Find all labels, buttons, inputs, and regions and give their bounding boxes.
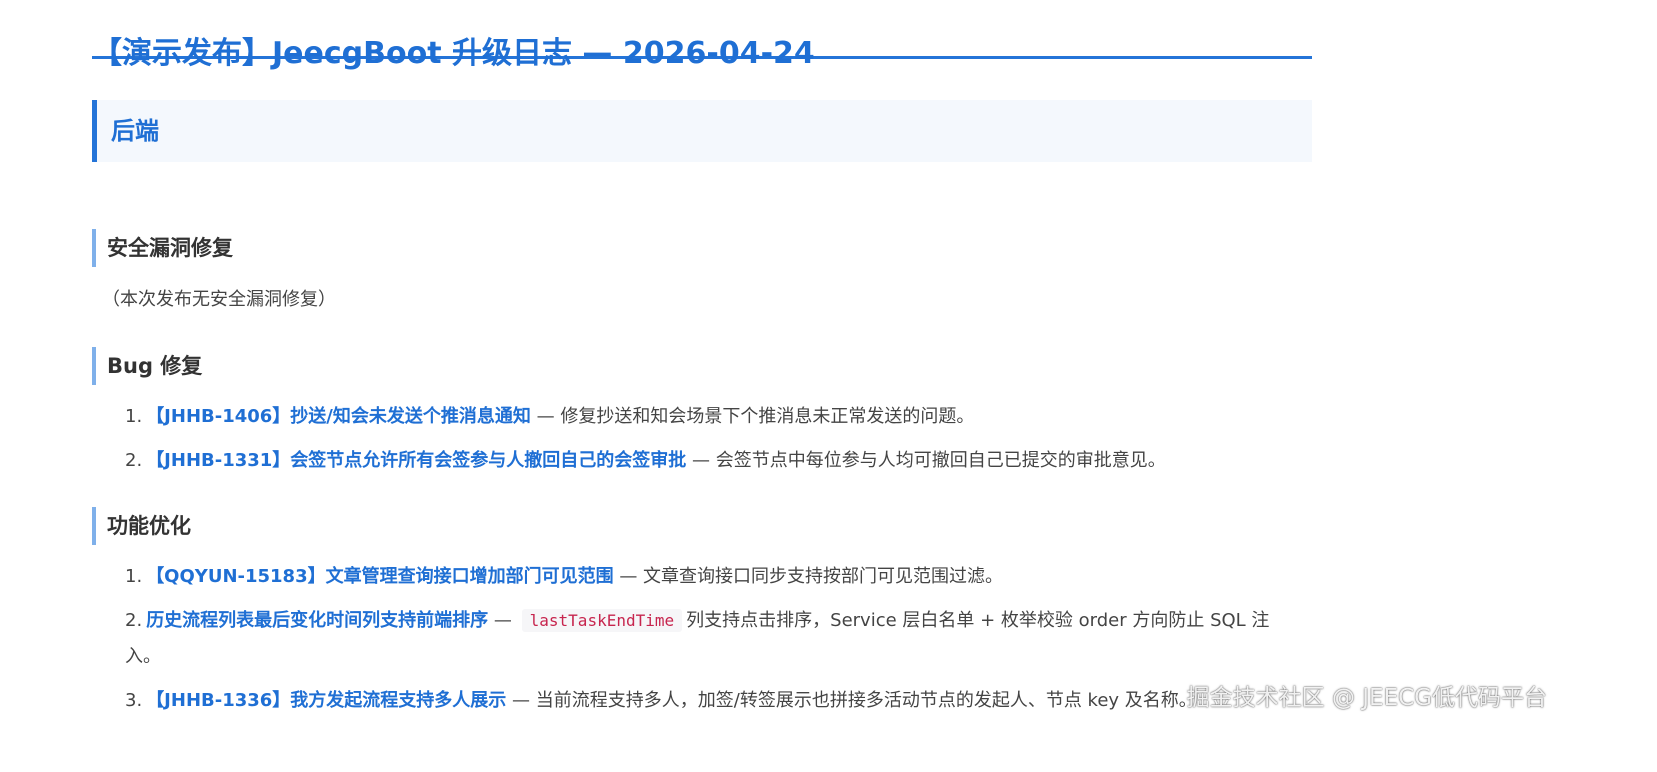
item-description: — 修复抄送和知会场景下个推消息未正常发送的问题。 <box>530 406 975 427</box>
list-item: 2. 【JHHB-1331】会签节点允许所有会签参与人撤回自己的会签审批 — 会签… <box>125 443 1305 479</box>
list-number: 3. <box>125 690 143 711</box>
item-description: — 文章查询接口同步支持按部门可见范围过滤。 <box>613 566 1004 587</box>
list-item: 1. 【QQYUN-15183】文章管理查询接口增加部门可见范围 — 文章查询接口… <box>125 559 1305 595</box>
list-item: 2. 历史流程列表最后变化时间列支持前端排序 — lastTaskEndTime 列… <box>125 603 1305 675</box>
heading-security-fixes: 安全漏洞修复 <box>92 229 233 267</box>
heading-bug-fixes: Bug 修复 <box>92 347 202 385</box>
item-title: 【JHHB-1331】会签节点允许所有会签参与人撤回自己的会签审批 <box>146 450 687 471</box>
section-heading-backend: 后端 <box>92 100 1312 162</box>
item-description: — 会签节点中每位参与人均可撤回自己已提交的审批意见。 <box>686 450 1166 471</box>
item-title: 【JHHB-1336】我方发起流程支持多人展示 <box>146 690 507 711</box>
list-number: 2. <box>125 450 143 471</box>
item-title: 【JHHB-1406】抄送/知会未发送个推消息通知 <box>146 406 531 427</box>
item-title: 历史流程列表最后变化时间列支持前端排序 <box>146 610 489 631</box>
list-item: 3. 【JHHB-1336】我方发起流程支持多人展示 — 当前流程支持多人，加签/… <box>125 683 1305 719</box>
item-description-prefix: — <box>488 610 518 631</box>
list-number: 1. <box>125 406 143 427</box>
list-number: 2. <box>125 610 143 631</box>
heading-optimizations: 功能优化 <box>92 507 191 545</box>
site-watermark: 掘金技术社区 @ JEECG低代码平台 <box>1186 685 1547 711</box>
item-description: — 当前流程支持多人，加签/转签展示也拼接多活动节点的发起人、节点 key 及名… <box>506 690 1197 711</box>
changelog-document: 【演示发布】JeecgBoot 升级日志 — 2026-04-24 后端 安全漏… <box>92 0 1312 711</box>
list-number: 1. <box>125 566 143 587</box>
security-note: （本次发布无安全漏洞修复） <box>102 289 336 310</box>
item-title: 【QQYUN-15183】文章管理查询接口增加部门可见范围 <box>146 566 614 587</box>
page-title: 【演示发布】JeecgBoot 升级日志 — 2026-04-24 <box>92 0 1312 71</box>
list-item: 1. 【JHHB-1406】抄送/知会未发送个推消息通知 — 修复抄送和知会场景下… <box>125 399 1305 435</box>
inline-code: lastTaskEndTime <box>521 609 683 632</box>
